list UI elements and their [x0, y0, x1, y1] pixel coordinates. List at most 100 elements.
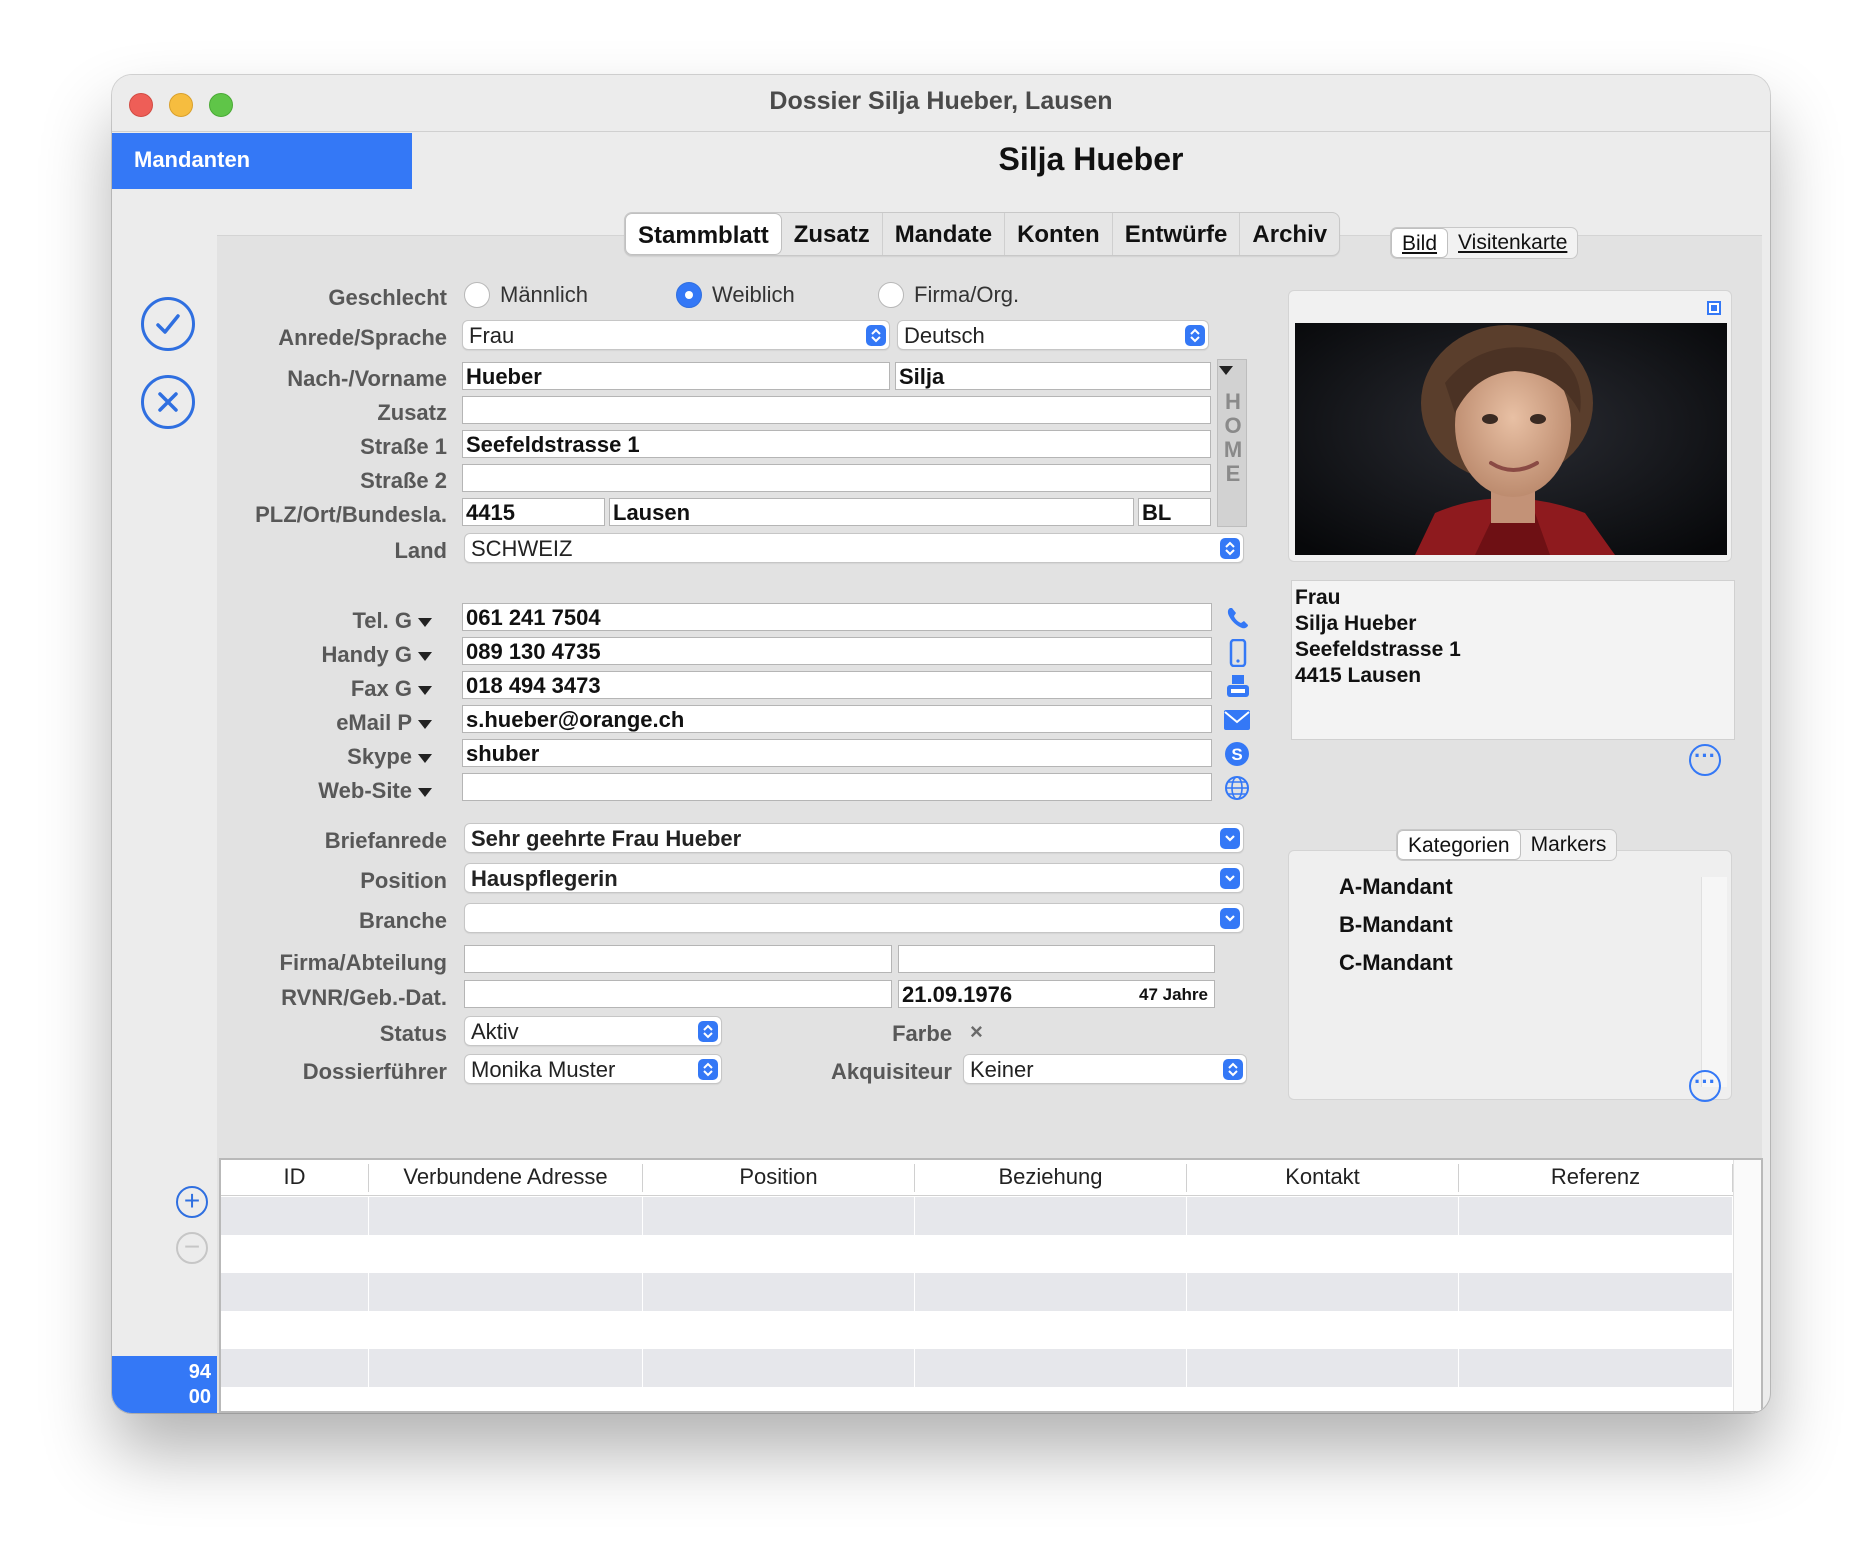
xmark-circle-icon[interactable] — [141, 375, 195, 429]
briefanrede-label: Briefanrede — [324, 828, 447, 853]
table-row[interactable] — [221, 1311, 1733, 1349]
fax-field[interactable]: 018 494 3473 — [462, 671, 1212, 699]
farbe-clear-button[interactable]: × — [970, 1019, 983, 1045]
briefanrede-select[interactable]: Sehr geehrte Frau Hueber — [464, 823, 1244, 853]
tab-konten[interactable]: Konten — [1005, 213, 1113, 255]
tab-visitenkarte[interactable]: Visitenkarte — [1448, 228, 1577, 258]
plz-label: PLZ/Ort/Bundesla. — [255, 502, 447, 527]
firma-field[interactable] — [464, 945, 892, 973]
radio-weiblich-label: Weiblich — [712, 282, 795, 307]
home-address-toggle[interactable]: HOME — [1217, 359, 1247, 527]
chevron-down-icon — [1220, 868, 1240, 889]
chevron-updown-icon — [698, 1021, 718, 1042]
strasse1-field[interactable]: Seefeldstrasse 1 — [462, 430, 1211, 458]
mandanten-button[interactable]: Mandanten — [112, 133, 412, 189]
fax-icon[interactable] — [1225, 673, 1251, 699]
skype-label[interactable]: Skype — [212, 744, 432, 770]
chevron-down-icon — [418, 753, 432, 763]
table-row[interactable] — [221, 1235, 1733, 1273]
category-item[interactable]: C-Mandant — [1339, 950, 1453, 976]
main-tabs: Stammblatt Zusatz Mandate Konten Entwürf… — [624, 212, 1341, 256]
skype-icon[interactable]: S — [1224, 741, 1250, 767]
briefanrede-value: Sehr geehrte Frau Hueber — [471, 826, 742, 851]
tel-field[interactable]: 061 241 7504 — [462, 603, 1212, 631]
tab-entwuerfe[interactable]: Entwürfe — [1113, 213, 1241, 255]
radio-maennlich[interactable] — [464, 282, 490, 308]
handy-field[interactable]: 089 130 4735 — [462, 637, 1212, 665]
phone-icon[interactable] — [1225, 605, 1251, 631]
col-position[interactable]: Position — [643, 1164, 915, 1192]
radio-weiblich[interactable] — [676, 282, 702, 308]
categories-panel: A-Mandant B-Mandant C-Mandant — [1288, 850, 1732, 1100]
strasse1-label: Straße 1 — [360, 434, 447, 459]
tel-label[interactable]: Tel. G — [212, 608, 432, 634]
mobile-icon[interactable] — [1225, 638, 1251, 668]
tab-zusatz[interactable]: Zusatz — [782, 213, 883, 255]
status-select[interactable]: Aktiv — [464, 1016, 722, 1046]
land-select[interactable]: SCHWEIZ — [464, 533, 1244, 563]
strasse2-label: Straße 2 — [360, 468, 447, 493]
ellipsis-circle-icon[interactable] — [1689, 743, 1721, 776]
category-item[interactable]: B-Mandant — [1339, 912, 1453, 938]
globe-icon[interactable] — [1224, 775, 1250, 801]
col-id[interactable]: ID — [221, 1164, 369, 1192]
radio-firma[interactable] — [878, 282, 904, 308]
plus-circle-icon[interactable]: + — [176, 1186, 208, 1218]
left-action-strip — [112, 189, 217, 1413]
dossierfuehrer-select[interactable]: Monika Muster — [464, 1054, 722, 1084]
tab-stammblatt[interactable]: Stammblatt — [625, 213, 782, 255]
col-beziehung[interactable]: Beziehung — [915, 1164, 1187, 1192]
tab-markers[interactable]: Markers — [1521, 830, 1617, 860]
akquisiteur-select[interactable]: Keiner — [963, 1054, 1247, 1084]
ellipsis-circle-icon[interactable] — [1689, 1069, 1721, 1102]
website-field[interactable] — [462, 773, 1212, 801]
col-verbundene-adresse[interactable]: Verbundene Adresse — [369, 1164, 643, 1192]
expand-icon[interactable] — [1707, 301, 1721, 315]
col-referenz[interactable]: Referenz — [1459, 1164, 1733, 1192]
address-preview: Frau Silja Hueber Seefeldstrasse 1 4415 … — [1291, 580, 1735, 740]
strasse2-field[interactable] — [462, 464, 1211, 492]
sprache-select[interactable]: Deutsch — [897, 320, 1209, 350]
email-label[interactable]: eMail P — [212, 710, 432, 736]
table-row[interactable] — [221, 1349, 1733, 1387]
vorname-field[interactable]: Silja — [895, 362, 1211, 390]
bundesland-field[interactable]: BL — [1138, 498, 1211, 526]
plz-field[interactable]: 4415 — [462, 498, 605, 526]
fax-label-text: Fax G — [350, 676, 412, 701]
nachname-field[interactable]: Hueber — [462, 362, 890, 390]
mail-icon[interactable] — [1223, 709, 1250, 735]
dossierfuehrer-value: Monika Muster — [471, 1057, 616, 1082]
abteilung-field[interactable] — [898, 945, 1215, 973]
skype-field[interactable]: shuber — [462, 739, 1212, 767]
tab-mandate[interactable]: Mandate — [883, 213, 1006, 255]
tab-archiv[interactable]: Archiv — [1240, 213, 1339, 255]
anrede-select[interactable]: Frau — [462, 320, 890, 350]
category-item[interactable]: A-Mandant — [1339, 874, 1453, 900]
minus-circle-icon[interactable]: − — [176, 1232, 208, 1264]
home-label: HOME — [1223, 389, 1243, 486]
checkmark-circle-icon[interactable] — [141, 297, 195, 351]
tab-bild[interactable]: Bild — [1391, 228, 1449, 258]
title-bar: Dossier Silja Hueber, Lausen — [112, 75, 1770, 132]
land-value: SCHWEIZ — [471, 536, 573, 561]
col-kontakt[interactable]: Kontakt — [1187, 1164, 1459, 1192]
sprache-value: Deutsch — [904, 323, 985, 348]
fax-label[interactable]: Fax G — [212, 676, 432, 702]
zusatz-field[interactable] — [462, 396, 1211, 424]
counter-line: 00 — [188, 1386, 211, 1408]
table-row[interactable] — [221, 1273, 1733, 1311]
ort-field[interactable]: Lausen — [609, 498, 1134, 526]
tab-kategorien[interactable]: Kategorien — [1397, 830, 1521, 860]
table-row[interactable] — [221, 1197, 1733, 1235]
rvnr-field[interactable] — [464, 980, 892, 1008]
position-select[interactable]: Hauspflegerin — [464, 863, 1244, 893]
gebdat-field[interactable]: 21.09.1976 47 Jahre — [898, 980, 1215, 1008]
branche-select[interactable] — [464, 903, 1244, 933]
categories-scrollbar[interactable] — [1701, 877, 1727, 1087]
handy-label[interactable]: Handy G — [212, 642, 432, 668]
chevron-down-icon — [1220, 828, 1240, 849]
table-scrollbar[interactable] — [1733, 1160, 1761, 1411]
website-label[interactable]: Web-Site — [212, 778, 432, 804]
email-field[interactable]: s.hueber@orange.ch — [462, 705, 1212, 733]
rvnr-label: RVNR/Geb.-Dat. — [281, 985, 447, 1010]
